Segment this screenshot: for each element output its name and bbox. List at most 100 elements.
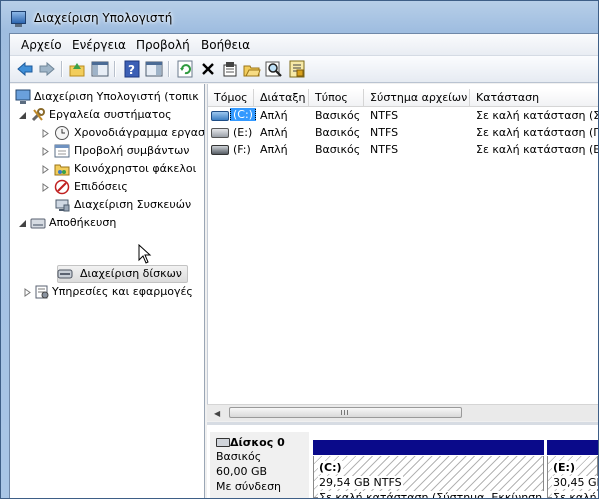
disk-name: Δίσκος 0 [230,436,285,449]
menu-help[interactable]: Βοήθεια [201,38,250,52]
mouse-pointer-icon [138,243,152,266]
tree-item-storage[interactable]: Αποθήκευση [18,214,204,232]
menu-view[interactable]: Προβολή [136,38,190,52]
settings-list-icon[interactable] [288,60,306,78]
tree-item-disk-management[interactable]: Διαχείριση δίσκων [54,265,204,283]
partition-status: Σε καλή [552,491,598,498]
volume-list[interactable]: Τόμος Διάταξη Τύπος Σύστημα αρχείων Κατά… [207,84,598,421]
expand-arrow-icon[interactable] [41,164,50,174]
title-bar[interactable]: Διαχείριση Υπολογιστή [1,1,598,35]
tree-item-event-viewer[interactable]: Προβολή συμβάντων [41,142,204,160]
show-hide-action-pane-icon[interactable] [145,60,163,78]
volume-drive-icon [211,111,229,121]
column-header-volume[interactable]: Τόμος [208,89,254,106]
collapse-arrow-icon[interactable] [18,218,27,227]
volume-filesystem: NTFS [370,109,399,122]
device-manager-icon [54,197,70,213]
volume-list-header: Τόμος Διάταξη Τύπος Σύστημα αρχείων Κατά… [208,89,598,107]
partition-c[interactable]: (C:) 29,54 GB NTFS Σε καλή κατάσταση (Σύ… [313,456,558,498]
volume-layout: Απλή [260,126,288,139]
menu-action[interactable]: Ενέργεια [72,38,126,52]
toolbar-separator [168,61,170,77]
volume-layout: Απλή [260,143,288,156]
grip-icon [341,410,349,415]
toolbar-separator [114,61,116,77]
volume-status: Σε καλή κατάσταση (Πρ [476,126,598,139]
volume-status: Σε καλή κατάσταση (Ενε [476,143,598,156]
table-row[interactable]: (C:) Απλή Βασικός NTFS Σε καλή κατάσταση… [208,107,598,124]
expand-arrow-icon[interactable] [41,128,50,138]
disk-map: Δίσκος 0 Βασικός 60,00 GB Με σύνδεση (C:… [207,422,598,498]
console-tree[interactable]: Διαχείριση Υπολογιστή (τοπικ Εργαλεία συ… [10,84,205,498]
volume-drive-icon [211,128,229,138]
volume-drive-icon [211,145,229,155]
clock-icon [54,125,70,141]
table-row[interactable]: (F:) Απλή Βασικός NTFS Σε καλή κατάσταση… [208,141,598,158]
volume-filesystem: NTFS [370,143,399,156]
menu-file[interactable]: Αρχείο [21,38,62,52]
performance-icon [54,179,70,195]
computer-management-window: Διαχείριση Υπολογιστή Αρχείο Ενέργεια Πρ… [0,0,599,499]
partition-label: (E:) [552,461,576,474]
column-header-status[interactable]: Κατάσταση [470,89,598,106]
services-icon [34,284,50,300]
storage-icon [30,215,46,231]
column-header-type[interactable]: Τύπος [309,89,364,106]
delete-icon[interactable] [199,60,217,78]
svg-text:?: ? [128,63,135,77]
volume-status: Σε καλή κατάσταση (Σύ [476,109,598,122]
tree-item-task-scheduler[interactable]: Χρονοδιάγραμμα εργασ [41,124,204,142]
expand-arrow-icon[interactable] [23,287,32,297]
menu-bar: Αρχείο Ενέργεια Προβολή Βοήθεια [10,34,598,56]
horizontal-scrollbar[interactable]: ◀ [207,404,598,421]
disk-icon [216,438,230,447]
open-folder-icon[interactable] [243,60,261,78]
tree-item-system-tools[interactable]: Εργαλεία συστήματος [18,106,204,124]
partition-size: 29,54 GB NTFS [318,476,403,489]
toolbar-separator [61,61,63,77]
shared-folder-icon [54,161,70,177]
volume-type: Βασικός [315,126,361,139]
scrollbar-thumb[interactable] [229,407,462,418]
volume-type: Βασικός [315,109,361,122]
disk-size: 60,00 GB [216,465,268,478]
expand-arrow-icon[interactable] [41,182,50,192]
scroll-left-arrow-icon[interactable]: ◀ [214,409,220,418]
volume-name: (F:) [233,143,251,156]
expand-arrow-icon[interactable] [41,146,50,156]
properties-icon[interactable] [221,60,239,78]
volume-filesystem: NTFS [370,126,399,139]
help-icon[interactable]: ? [123,60,141,78]
collapse-arrow-icon[interactable] [18,110,27,119]
client-area: Αρχείο Ενέργεια Προβολή Βοήθεια ? Διαχεί… [9,33,598,498]
partition-e[interactable]: (E:) 30,45 GB Σε καλή [547,456,598,498]
back-arrow-icon[interactable] [16,60,34,78]
forward-arrow-icon[interactable] [38,60,56,78]
column-header-filesystem[interactable]: Σύστημα αρχείων [364,89,470,106]
tree-item-device-manager[interactable]: Διαχείριση Συσκευών [41,196,204,214]
partition-c-header [313,440,544,455]
partition-size: 30,45 GB [552,476,598,489]
computer-management-icon [11,11,26,27]
toolbar: ? [10,56,598,83]
disk-info-panel[interactable]: Δίσκος 0 Βασικός 60,00 GB Με σύνδεση [210,432,309,498]
tree-item-root[interactable]: Διαχείριση Υπολογιστή (τοπικ [13,88,203,106]
tree-item-services[interactable]: Υπηρεσίες και εφαρμογές [23,283,204,301]
refresh-icon[interactable] [176,60,194,78]
up-folder-icon[interactable] [68,60,86,78]
tree-item-performance[interactable]: Επιδόσεις [41,178,204,196]
volume-type: Βασικός [315,143,361,156]
volume-name: (E:) [233,126,253,139]
computer-management-icon [15,89,31,105]
disk-management-icon [57,266,73,282]
find-icon[interactable] [265,60,283,78]
table-row[interactable]: (E:) Απλή Βασικός NTFS Σε καλή κατάσταση… [208,124,598,141]
partition-e-header [547,440,598,455]
console-tree-icon[interactable] [91,60,109,78]
tree-item-shared-folders[interactable]: Κοινόχρηστοι φάκελοι [41,160,204,178]
volume-layout: Απλή [260,109,288,122]
disk-type: Βασικός [216,450,262,463]
window-title: Διαχείριση Υπολογιστή [34,11,173,25]
column-header-layout[interactable]: Διάταξη [254,89,309,106]
tools-icon [30,107,46,123]
